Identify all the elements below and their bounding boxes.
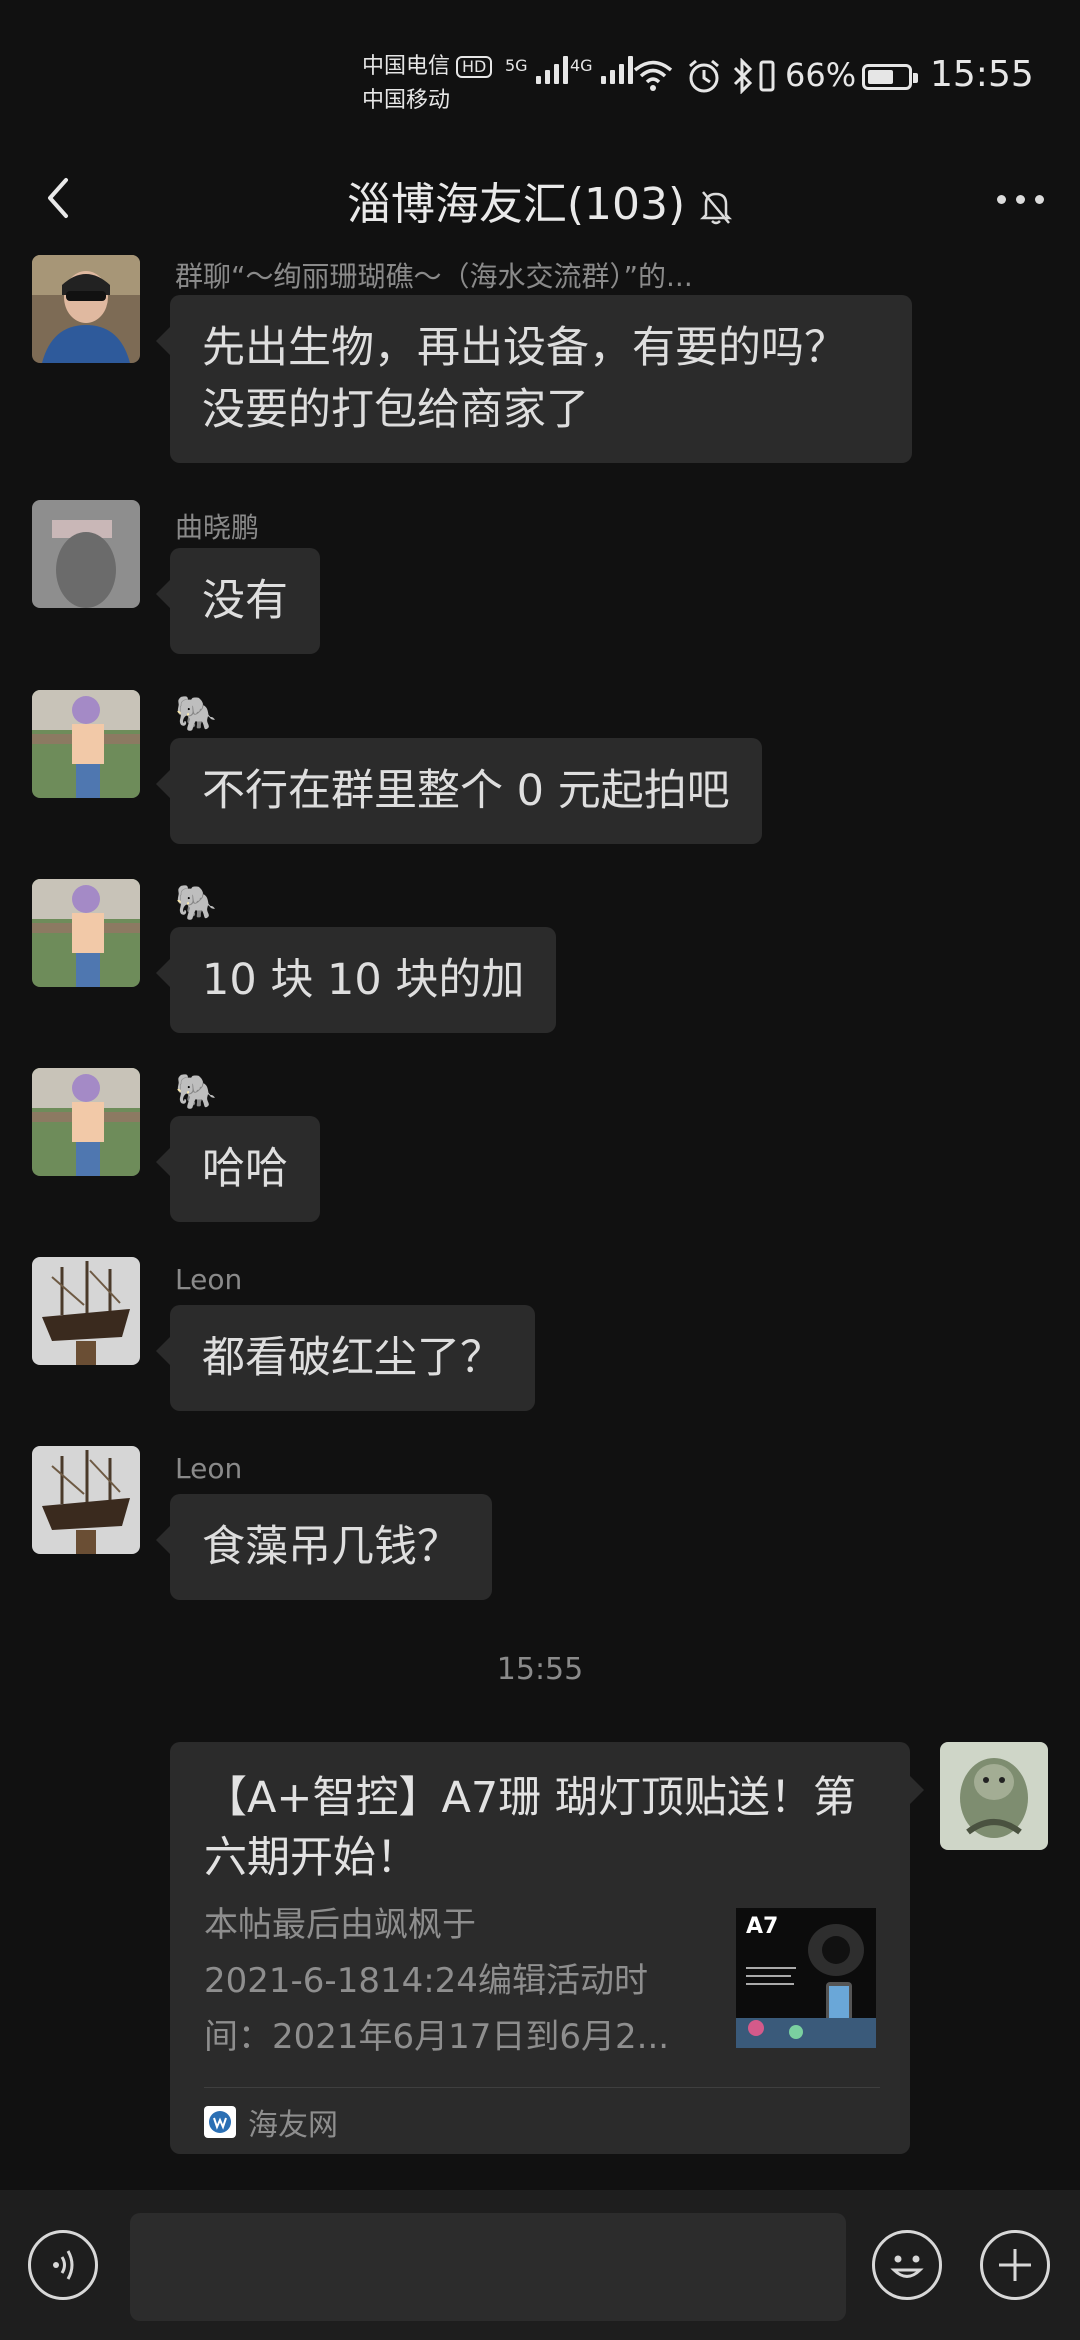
status-bar: 中国电信 HD 中国移动 5G 4G 66% 15:55: [0, 0, 1080, 150]
wifi-icon: [633, 60, 673, 91]
avatar[interactable]: [32, 1257, 140, 1365]
plus-icon[interactable]: [980, 2230, 1050, 2300]
chat-header: 淄博海友汇(103): [0, 150, 1080, 250]
avatar[interactable]: [32, 255, 140, 363]
chat-title: 淄博海友汇(103): [0, 168, 1080, 232]
sender-name: Leon: [175, 1263, 243, 1296]
input-bar: [0, 2190, 1080, 2340]
bluetooth-icon: [733, 58, 753, 94]
carrier-info: 中国电信 HD 中国移动: [362, 50, 493, 118]
card-divider: [204, 2087, 880, 2088]
signal-5g-icon: 5G: [505, 56, 568, 84]
carrier-1: 中国电信: [362, 54, 451, 79]
sender-name: 🐘: [175, 694, 218, 734]
source-name: 海友网: [248, 2108, 338, 2143]
vibrate-icon: [759, 60, 775, 92]
message-bubble[interactable]: 先出生物，再出设备，有要的吗？ 没要的打包给商家了: [156, 295, 912, 463]
message-input[interactable]: [130, 2213, 846, 2321]
avatar[interactable]: [32, 690, 140, 798]
card-description: 本帖最后由飒枫于 2021-6-1814:24编辑活动时 间：2021年6月17…: [204, 1897, 714, 2065]
message-bubble[interactable]: 哈哈: [156, 1116, 320, 1222]
avatar[interactable]: [32, 1068, 140, 1176]
avatar[interactable]: [32, 879, 140, 987]
sender-name: 🐘: [175, 883, 218, 923]
avatar[interactable]: [32, 500, 140, 608]
chat-title-text: 淄博海友汇(103): [346, 179, 686, 230]
sender-name: Leon: [175, 1452, 243, 1485]
message-bubble[interactable]: 10 块 10 块的加: [155, 927, 557, 1033]
card-desc-line: 间：2021年6月17日到6月2...: [204, 2017, 670, 2057]
carrier-2: 中国移动: [362, 88, 451, 113]
voice-icon[interactable]: [28, 2230, 98, 2300]
card-title: 【A+智控】A7珊 瑚灯顶贴送！第六期开始！: [204, 1773, 856, 1883]
alarm-icon: [689, 59, 719, 93]
sender-name: 曲晓鹏: [175, 511, 260, 544]
signal-4g-icon: 4G: [570, 56, 633, 84]
message-bubble[interactable]: 食藻吊几钱？: [156, 1494, 492, 1600]
my-avatar[interactable]: [940, 1742, 1048, 1850]
card-source: 海友网: [204, 2100, 338, 2144]
card-desc-line: 本帖最后由飒枫于: [204, 1905, 476, 1945]
message-bubble[interactable]: 不行在群里整个 0 元起拍吧: [156, 738, 762, 844]
message-timestamp: 15:55: [496, 1652, 584, 1687]
card-desc-line: 2021-6-1814:24编辑活动时: [204, 1961, 648, 2001]
link-card-message[interactable]: 【A+智控】A7珊 瑚灯顶贴送！第六期开始！ 本帖最后由飒枫于 2021-6-1…: [170, 1742, 924, 2154]
more-dots-icon[interactable]: [990, 184, 1050, 214]
bell-off-icon: [700, 191, 733, 225]
avatar[interactable]: [32, 1446, 140, 1554]
status-time: 15:55: [930, 54, 1034, 95]
battery-percent: 66%: [785, 56, 857, 94]
hd-badge: HD: [456, 56, 493, 78]
sender-name: 群聊“～绚丽珊瑚礁～（海水交流群）”的...: [175, 260, 693, 293]
source-logo-icon: [204, 2106, 236, 2138]
message-bubble[interactable]: 没有: [156, 548, 320, 654]
sender-name: 🐘: [175, 1072, 218, 1112]
emoji-icon[interactable]: [872, 2230, 942, 2300]
battery-icon: [862, 64, 918, 90]
message-bubble[interactable]: 都看破红尘了？: [156, 1305, 535, 1411]
card-thumbnail: A7: [736, 1908, 876, 2048]
